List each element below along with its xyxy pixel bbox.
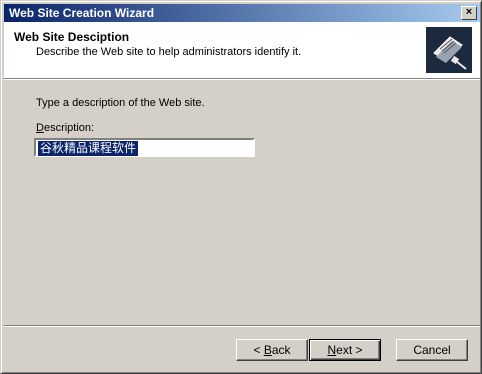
description-label: Description: <box>36 122 94 134</box>
back-accel: B <box>263 343 272 357</box>
wizard-book-icon <box>426 27 472 73</box>
title-bar[interactable]: Web Site Creation Wizard × <box>4 4 480 22</box>
next-button[interactable]: Next > <box>309 339 381 361</box>
close-icon: × <box>465 6 473 18</box>
description-label-rest: escription: <box>43 122 95 134</box>
wizard-header: Web Site Desciption Describe the Web sit… <box>4 22 480 78</box>
header-subtitle: Describe the Web site to help administra… <box>36 46 302 58</box>
instruction-text: Type a description of the Web site. <box>36 97 205 109</box>
description-label-accel: D <box>36 122 44 134</box>
next-accel: N <box>327 343 337 357</box>
wizard-window: Web Site Creation Wizard × Web Site Desc… <box>0 0 482 374</box>
header-divider <box>4 78 480 80</box>
next-rest: ext > <box>336 343 363 357</box>
window-title: Web Site Creation Wizard <box>9 6 155 20</box>
description-value: 谷秋精品课程软件 <box>38 141 139 156</box>
back-rest: ack <box>271 343 291 357</box>
header-title: Web Site Desciption <box>14 30 130 44</box>
back-prefix: < <box>253 343 264 357</box>
close-button[interactable]: × <box>461 6 477 20</box>
back-button[interactable]: < Back <box>236 339 308 361</box>
description-input[interactable]: 谷秋精品课程软件 <box>34 138 255 157</box>
footer-divider <box>4 325 480 327</box>
cancel-button[interactable]: Cancel <box>396 339 468 361</box>
